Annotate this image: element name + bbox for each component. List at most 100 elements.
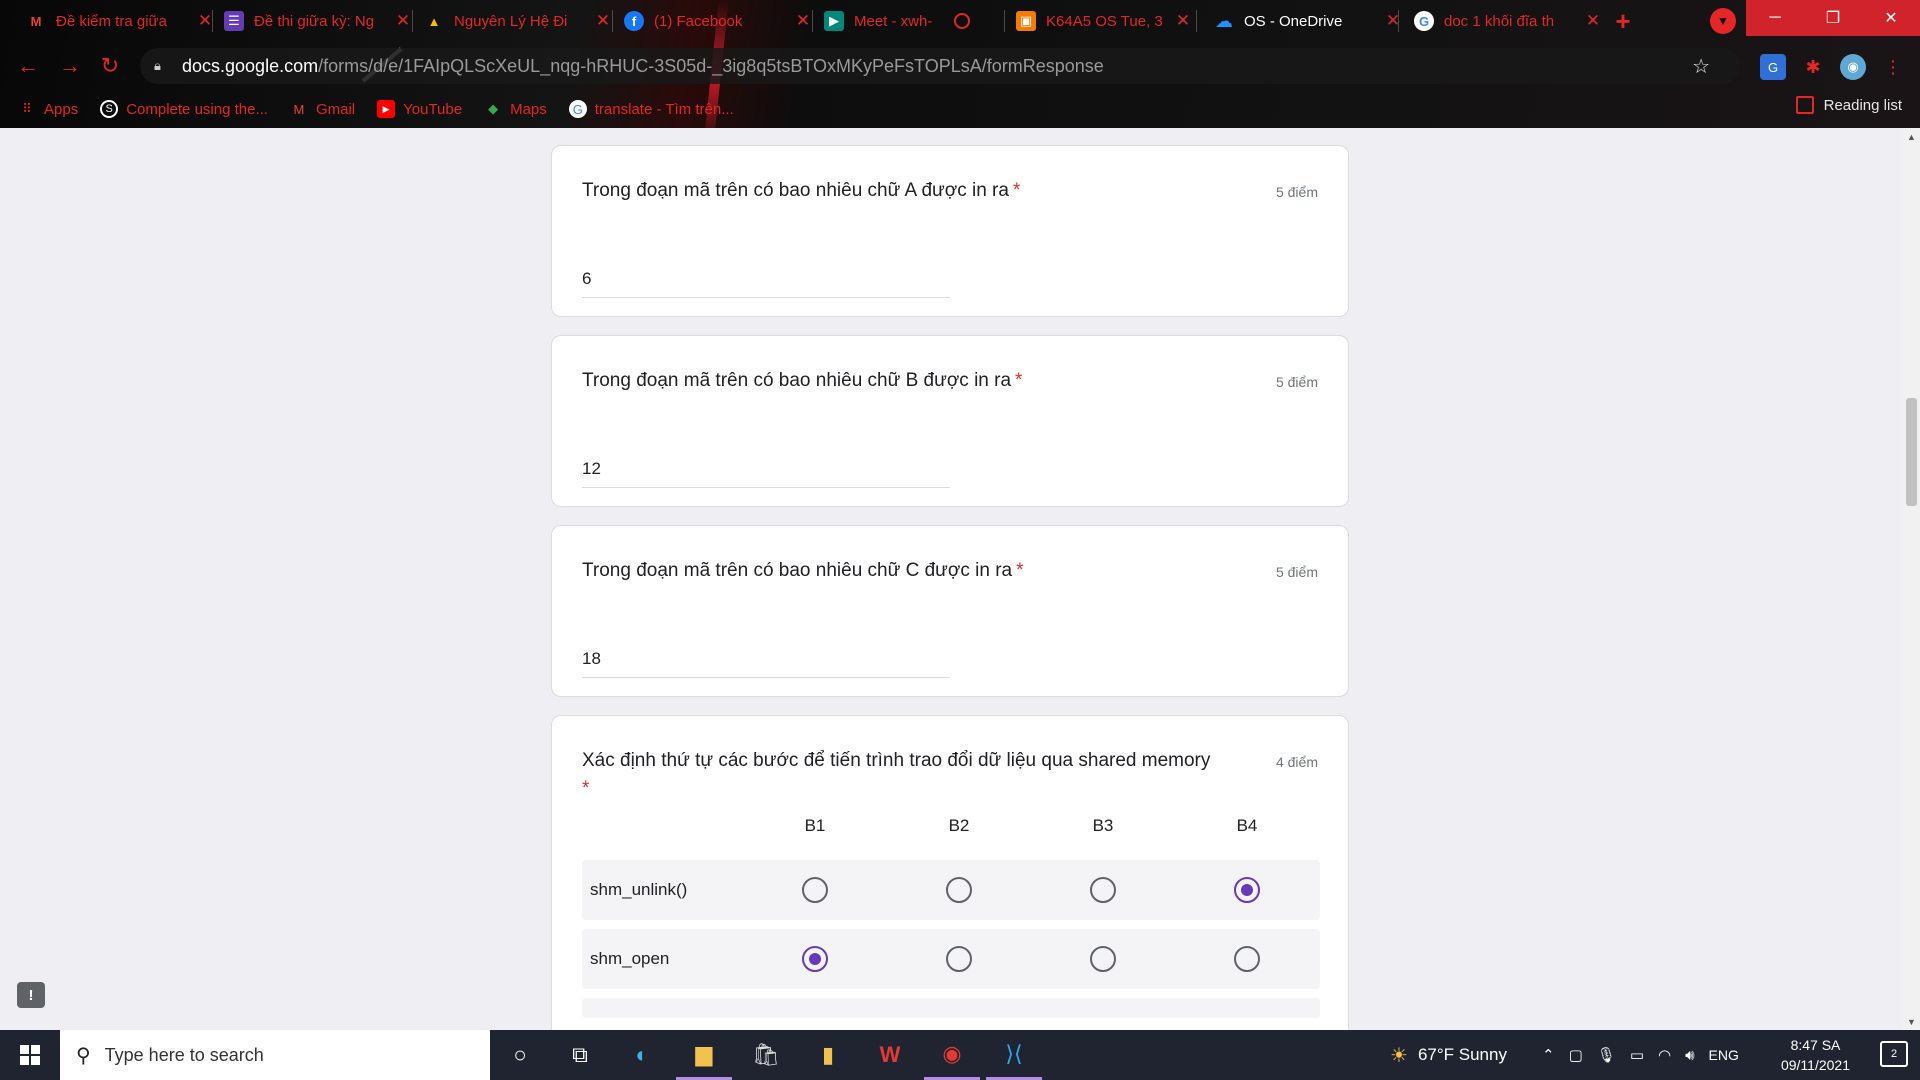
extensions-icon[interactable]: ✱ xyxy=(1800,54,1826,80)
start-button[interactable] xyxy=(0,1030,60,1080)
chevron-up-icon[interactable]: ⌃ xyxy=(1542,1046,1555,1064)
battery-icon[interactable]: ▭ xyxy=(1630,1046,1644,1064)
tab[interactable]: ▶ Meet - xwh- xyxy=(814,0,980,42)
gmail-icon: M xyxy=(30,13,42,29)
taskbar: ⚲ Type here to search ○ ⧉ ◐ ▆ 🛍︎ ▮ W ◉ ⟩… xyxy=(0,1030,1920,1080)
close-window-button[interactable]: ✕ xyxy=(1862,0,1920,36)
grid-row: shm_open xyxy=(582,929,1320,989)
tab[interactable]: f (1) Facebook ✕ xyxy=(614,0,822,42)
close-icon[interactable]: ✕ xyxy=(794,11,812,31)
wps-office-icon[interactable]: W xyxy=(862,1030,918,1080)
radio-button[interactable] xyxy=(802,877,828,903)
minimize-button[interactable]: ─ xyxy=(1746,0,1804,36)
task-view-icon[interactable]: ⧉ xyxy=(552,1030,608,1080)
clock[interactable]: 8:47 SA 09/11/2021 xyxy=(1781,1035,1850,1075)
youtube-icon: ▶ xyxy=(377,100,396,118)
grid-row xyxy=(582,998,1320,1018)
grid-column-header: B1 xyxy=(804,816,826,835)
bookmark-label: translate - Tìm trên... xyxy=(594,100,734,118)
new-tab-button[interactable]: + xyxy=(1608,6,1638,36)
radio-button[interactable] xyxy=(1090,877,1116,903)
tab-search-icon[interactable]: ▼ xyxy=(1710,8,1736,34)
close-icon[interactable]: ✕ xyxy=(1584,11,1602,31)
feedback-icon[interactable]: ! xyxy=(17,982,45,1008)
scroll-up-arrow-icon[interactable]: ▲ xyxy=(1907,132,1916,142)
microphone-icon[interactable]: 🎙︎ xyxy=(1597,1046,1616,1064)
weather-widget[interactable]: ☀ 67°F Sunny xyxy=(1390,1030,1507,1080)
chrome-icon[interactable]: ◉ xyxy=(924,1030,980,1080)
wifi-icon[interactable]: ◠ xyxy=(1658,1046,1671,1064)
question-card: Trong đoạn mã trên có bao nhiêu chữ C đư… xyxy=(551,525,1349,697)
tab[interactable]: ▣ K64A5 OS Tue, 3 ✕ xyxy=(1006,0,1202,42)
drive-icon: ▲ xyxy=(427,13,441,29)
file-explorer-icon[interactable]: ▆ xyxy=(676,1030,732,1080)
bookmark-apps[interactable]: ⠿ Apps xyxy=(18,100,78,118)
grid-row-label: shm_open xyxy=(590,949,670,968)
close-icon[interactable]: ✕ xyxy=(394,11,412,31)
reading-list-button[interactable]: Reading list xyxy=(1795,96,1902,114)
required-asterisk: * xyxy=(1016,560,1024,581)
bookmark-gmail[interactable]: M Gmail xyxy=(290,100,356,118)
radio-button[interactable] xyxy=(1090,946,1116,972)
tab[interactable]: M Đề kiểm tra giữa ✕ xyxy=(16,0,224,42)
cortana-icon[interactable]: ○ xyxy=(492,1030,548,1080)
search-placeholder: Type here to search xyxy=(104,1044,264,1065)
store-icon[interactable]: 🛍︎ xyxy=(738,1030,794,1080)
forward-arrow-icon[interactable]: → xyxy=(56,52,84,80)
volume-icon[interactable]: 🔊︎ xyxy=(1685,1047,1694,1064)
bookmark-youtube[interactable]: ▶ YouTube xyxy=(377,100,462,118)
restore-button[interactable]: ❐ xyxy=(1804,0,1862,36)
question-points: 5 điểm xyxy=(1275,564,1318,580)
close-icon[interactable]: ✕ xyxy=(1174,11,1192,31)
powerbi-icon[interactable]: ▮ xyxy=(800,1030,856,1080)
tab[interactable]: ☁ OS - OneDrive ✕ xyxy=(1204,0,1412,42)
question-card: Trong đoạn mã trên có bao nhiêu chữ A đư… xyxy=(551,145,1349,317)
radio-button[interactable] xyxy=(946,946,972,972)
taskbar-search[interactable]: ⚲ Type here to search xyxy=(60,1030,490,1080)
forms-icon: ☰ xyxy=(224,11,244,31)
close-icon[interactable]: ✕ xyxy=(594,11,612,31)
close-icon[interactable]: ✕ xyxy=(1384,11,1402,31)
radio-button-selected[interactable] xyxy=(1234,877,1260,903)
page-scrollbar[interactable]: ▲ ▼ xyxy=(1903,128,1920,1030)
bookmark-maps[interactable]: ◆ Maps xyxy=(484,100,547,118)
bookmark-complete-using[interactable]: S Complete using the... xyxy=(100,100,268,118)
menu-icon[interactable]: ⋮ xyxy=(1880,54,1906,80)
meet-now-icon[interactable]: ▢ xyxy=(1569,1046,1583,1064)
reload-icon[interactable]: ↻ xyxy=(96,52,124,80)
tab-active[interactable]: G doc 1 khối đĩa th ✕ xyxy=(1404,0,1612,42)
question-points: 5 điểm xyxy=(1275,184,1318,200)
answer-input[interactable]: 12 xyxy=(582,459,950,488)
radio-button[interactable] xyxy=(1234,946,1260,972)
apps-grid-icon: ⠿ xyxy=(22,101,32,116)
edge-icon[interactable]: ◐ xyxy=(614,1030,670,1080)
bookmark-star-icon[interactable]: ☆ xyxy=(1692,54,1710,79)
translate-extension-icon[interactable]: G xyxy=(1760,54,1786,80)
windows-logo-icon xyxy=(20,1045,40,1065)
bookmark-translate[interactable]: G translate - Tìm trên... xyxy=(568,100,734,118)
address-bar[interactable]: 🔒︎ docs.google.com/forms/d/e/1FAIpQLScXe… xyxy=(140,48,1740,84)
url-text[interactable]: docs.google.com/forms/d/e/1FAIpQLScXeUL_… xyxy=(182,56,1104,77)
google-icon: G xyxy=(568,100,587,118)
answer-input[interactable]: 6 xyxy=(582,269,950,298)
maps-icon: ◆ xyxy=(488,101,499,116)
notification-center-icon[interactable]: 2 xyxy=(1880,1041,1908,1067)
vscode-icon[interactable]: ⟩⟨ xyxy=(986,1030,1042,1080)
navigation-bar: ← → ↻ 🔒︎ docs.google.com/forms/d/e/1FAIp… xyxy=(0,44,1920,88)
radio-button[interactable] xyxy=(946,877,972,903)
radio-button-selected[interactable] xyxy=(802,946,828,972)
question-title: Xác định thứ tự các bước để tiến trình t… xyxy=(582,750,1211,771)
grid-row-label: shm_unlink() xyxy=(590,880,688,899)
language-indicator[interactable]: ENG xyxy=(1709,1047,1739,1063)
tab-title: (1) Facebook xyxy=(654,12,743,30)
avatar[interactable]: ◉ xyxy=(1840,54,1866,80)
google-icon: G xyxy=(1414,11,1434,31)
scroll-down-arrow-icon[interactable]: ▼ xyxy=(1907,1017,1916,1027)
answer-input[interactable]: 18 xyxy=(582,649,950,678)
sun-icon: ☀ xyxy=(1390,1044,1408,1067)
tab[interactable]: ▲ Nguyên Lý Hệ Đi ✕ xyxy=(414,0,622,42)
tab[interactable]: ☰ Đề thi giữa kỳ: Ng ✕ xyxy=(214,0,422,42)
scroll-thumb[interactable] xyxy=(1906,398,1917,506)
back-arrow-icon[interactable]: ← xyxy=(14,52,42,80)
tab-title: doc 1 khối đĩa th xyxy=(1444,12,1555,30)
